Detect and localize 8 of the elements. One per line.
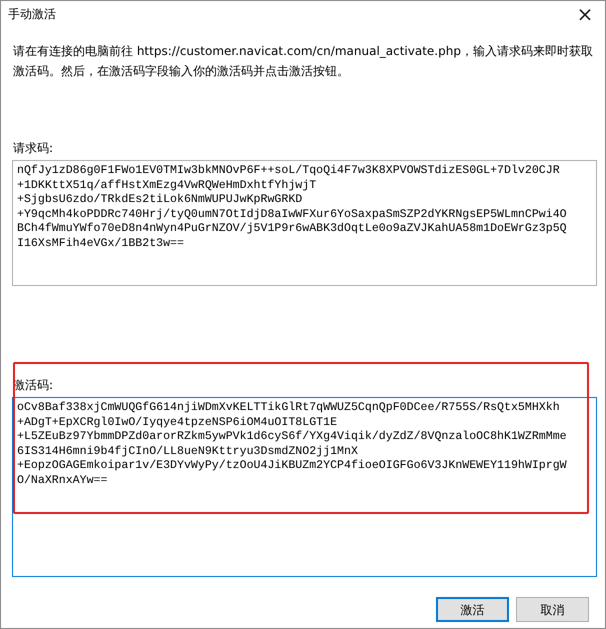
instruction-text: 请在有连接的电脑前往 https://customer.navicat.com/cn/manual_activate.php，输入请求码来即时获取激活码。然后，在激活码字段输入你的激活码并点击激活按钮。: [12, 43, 594, 80]
close-button[interactable]: ×: [565, 1, 605, 27]
activation-code-field[interactable]: oCv8Baf338xjCmWUQGfG614njiWDmXvKELTTikGlRt7qWWUZ5CqnQpF0DCee/R755S/RsQtx5MHXkh +ADgT+EpXCRgl0IwO/Iyqye4tpzeNSP6iOM4uOIT8LGT1E +L5ZEuBz97YbmmDPZd0arorRZkm5ywPVk1d6cyS6f/YXg4Viqik/dyZdZ/8VQnzaloOC8hK1WZRmMme 6IS314H6mni9b4fjCInO/LL8ueN9Kttryu3DsmdZNO2jj1MnX +EopzOGAGEmkoipar1v/E3DYvWyPy/tzOoU4JiKBUZm2YCP4fioeOIGFGo6V3JKnWEWEY119hWIprgW O/NaXRnxAYw==: [12, 397, 597, 577]
request-code-label: 请求码:: [12, 140, 54, 157]
window-title: 手动激活: [8, 6, 56, 23]
request-code-field[interactable]: nQfJy1zD86g0F1FWo1EV0TMIw3bkMNOvP6F++soL/TqoQi4F7w3K8XPVOWSTdizES0GL+7Dlv20CJR +1DKKttX51q/affHstXmEzg4VwRQWeHmDxhtfYhjwjT +SjgbsU6zdo/TRkdEs2tiLok6NmWUPUJwKpRwGRKD +Y9qcMh4koPDDRc740Hrj/tyQ0umN7OtIdjD8aIwWFXur6YoSaxpaSmSZP2dYKRNgsEP5WLmnCPwi4O BCh4fWmuYWfo70eD8n4nWyn4PuGrNZOV/j5V1P9r6wABK3dOqtLe0o9aZVJKahUA58m1DoEWrGz3p5Q I16XsMFih4eVGx/1BB2t3w==: [12, 160, 597, 286]
dialog-button[interactable]: 激活: [436, 597, 509, 622]
dialog-button[interactable]: 取消: [516, 597, 589, 622]
